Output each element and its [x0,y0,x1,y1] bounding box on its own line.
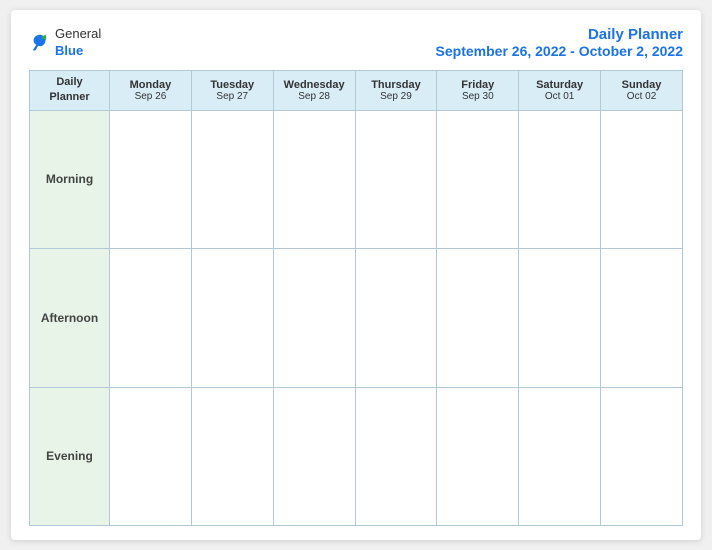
cell-sat-morning[interactable] [519,110,601,248]
cell-sat-evening[interactable] [519,387,601,526]
col-header-tuesday: Tuesday Sep 27 [191,70,273,110]
cell-sun-morning[interactable] [601,110,683,248]
cell-fri-afternoon[interactable] [437,249,519,387]
cell-tue-morning[interactable] [191,110,273,248]
col-header-line1: Daily [56,76,82,88]
afternoon-label: Afternoon [30,249,110,387]
morning-label: Morning [30,110,110,248]
cell-mon-afternoon[interactable] [110,249,192,387]
header: General Blue Daily Planner September 26,… [29,26,683,60]
cell-tue-evening[interactable] [191,387,273,526]
cell-fri-evening[interactable] [437,387,519,526]
cell-wed-morning[interactable] [273,110,355,248]
col-header-thursday: Thursday Sep 29 [355,70,437,110]
calendar-table: Daily Planner Monday Sep 26 Tuesday Sep … [29,70,683,526]
morning-row: Morning [30,110,683,248]
logo-blue: Blue [55,43,101,60]
logo-text: General Blue [55,26,101,60]
cell-fri-morning[interactable] [437,110,519,248]
col-header-saturday: Saturday Oct 01 [519,70,601,110]
col-header-sunday: Sunday Oct 02 [601,70,683,110]
planner-title: Daily Planner [436,26,683,43]
cell-wed-evening[interactable] [273,387,355,526]
logo-general: General [55,26,101,43]
logo: General Blue [29,26,101,60]
col-header-monday: Monday Sep 26 [110,70,192,110]
cell-wed-afternoon[interactable] [273,249,355,387]
col-header-wednesday: Wednesday Sep 28 [273,70,355,110]
cell-thu-evening[interactable] [355,387,437,526]
col-header-line2: Planner [49,91,89,103]
cell-mon-morning[interactable] [110,110,192,248]
evening-label: Evening [30,387,110,526]
cell-tue-afternoon[interactable] [191,249,273,387]
cell-mon-evening[interactable] [110,387,192,526]
planner-page: General Blue Daily Planner September 26,… [11,10,701,540]
cell-sat-afternoon[interactable] [519,249,601,387]
planner-date-range: September 26, 2022 - October 2, 2022 [436,43,683,59]
cell-sun-afternoon[interactable] [601,249,683,387]
evening-row: Evening [30,387,683,526]
cell-thu-afternoon[interactable] [355,249,437,387]
cell-sun-evening[interactable] [601,387,683,526]
column-header-row: Daily Planner Monday Sep 26 Tuesday Sep … [30,70,683,110]
header-right: Daily Planner September 26, 2022 - Octob… [436,26,683,59]
col-header-friday: Friday Sep 30 [437,70,519,110]
cell-thu-morning[interactable] [355,110,437,248]
col-header-first: Daily Planner [30,70,110,110]
afternoon-row: Afternoon [30,249,683,387]
bird-icon [29,32,51,54]
